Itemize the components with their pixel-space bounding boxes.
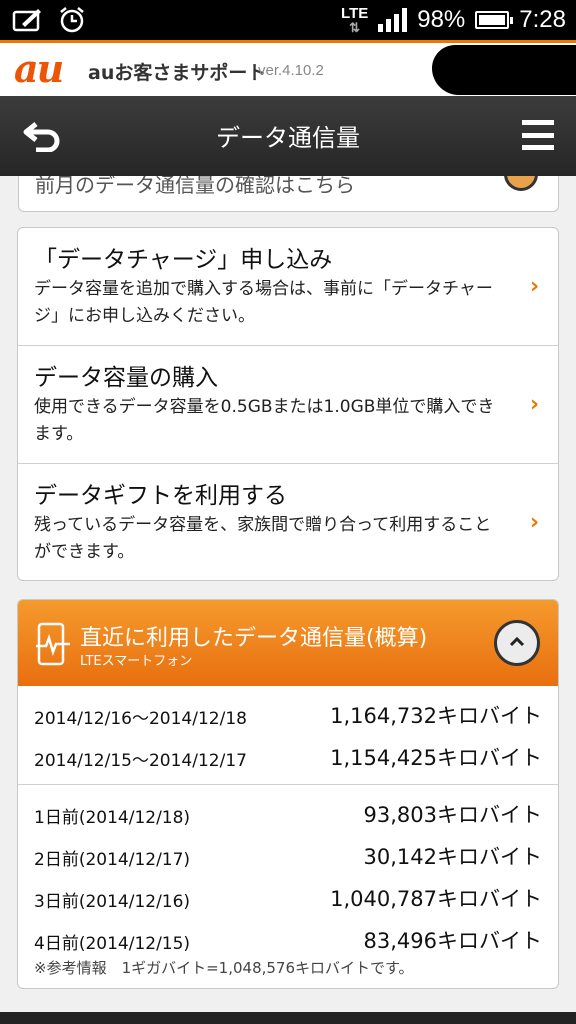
- day-value: 83,496キロバイト: [363, 929, 542, 953]
- usage-title: 直近に利用したデータ通信量(概算): [80, 626, 428, 651]
- menu-item-title: データ容量の購入: [34, 365, 218, 391]
- table-row: 4日前(2014/12/15) 83,496キロバイト: [18, 919, 558, 961]
- day-value: 1,040,787キロバイト: [330, 887, 542, 911]
- chevron-right-icon: ›: [530, 273, 540, 299]
- period-label: 2014/12/16〜2014/12/18: [34, 709, 247, 729]
- redacted-area: [432, 45, 576, 95]
- bottom-edge: [0, 1012, 576, 1024]
- period-usage-group: 2014/12/16〜2014/12/18 1,164,732キロバイト 201…: [18, 686, 558, 785]
- signal-icon: [378, 8, 408, 32]
- day-label: 4日前(2014/12/15): [34, 934, 191, 954]
- menu-item-purchase-capacity[interactable]: データ容量の購入 使用できるデータ容量を0.5GBまたは1.0GB単位で購入でき…: [18, 346, 558, 464]
- au-logo: au: [14, 46, 64, 91]
- table-row: 3日前(2014/12/16) 1,040,787キロバイト: [18, 877, 558, 919]
- table-row: 2014/12/16〜2014/12/18 1,164,732キロバイト: [18, 694, 558, 736]
- app-name: auお客さまサポート: [88, 62, 267, 84]
- menu-item-description: 使用できるデータ容量を0.5GBまたは1.0GB単位で購入できます。: [34, 397, 495, 444]
- chevron-up-icon: [509, 636, 525, 647]
- chevron-right-icon: ›: [530, 510, 540, 535]
- page-title: データ通信量: [216, 124, 360, 152]
- chevron-right-icon: ›: [530, 391, 540, 417]
- menu-item-description: データ容量を追加で購入する場合は、事前に「データチャージ」にお申し込みください。: [34, 279, 493, 326]
- previous-month-link[interactable]: 前月のデータ通信量の確認はこちら: [18, 176, 559, 212]
- expand-circle-icon: [504, 176, 538, 191]
- daily-usage-group: 1日前(2014/12/18) 93,803キロバイト 2日前(2014/12/…: [18, 785, 558, 967]
- smartphone-chart-icon: [36, 622, 70, 666]
- day-value: 93,803キロバイト: [363, 803, 542, 827]
- scroll-content[interactable]: 前月のデータ通信量の確認はこちら 「データチャージ」申し込み データ容量を追加で…: [0, 176, 576, 1024]
- period-value: 1,164,732キロバイト: [330, 704, 542, 728]
- day-label: 1日前(2014/12/18): [34, 808, 191, 828]
- collapse-button[interactable]: [494, 620, 540, 666]
- period-value: 1,154,425キロバイト: [330, 746, 542, 770]
- table-row: 2014/12/15〜2014/12/17 1,154,425キロバイト: [18, 736, 558, 778]
- app-header: au auお客さまサポート ver.4.10.2: [0, 40, 576, 96]
- menu-item-data-gift[interactable]: データギフトを利用する 残っているデータ容量を、家族間で贈り合って利用することが…: [18, 464, 558, 580]
- day-label: 2日前(2014/12/17): [34, 850, 191, 870]
- alarm-icon: [58, 6, 86, 38]
- data-options-menu: 「データチャージ」申し込み データ容量を追加で購入する場合は、事前に「データチャ…: [17, 227, 559, 581]
- day-value: 30,142キロバイト: [363, 845, 542, 869]
- recent-usage-card: 直近に利用したデータ通信量(概算) LTEスマートフォン 2014/12/16〜…: [17, 599, 559, 989]
- battery-icon: [475, 11, 514, 29]
- network-type-indicator: LTE ⇅: [341, 5, 369, 35]
- previous-month-label: 前月のデータ通信量の確認はこちら: [35, 176, 355, 197]
- usage-subtitle: LTEスマートフォン: [80, 654, 193, 669]
- data-activity-icon: ⇅: [349, 20, 361, 35]
- battery-percent: 98%: [417, 6, 466, 33]
- menu-item-data-charge[interactable]: 「データチャージ」申し込み データ容量を追加で購入する場合は、事前に「データチャ…: [18, 228, 558, 346]
- menu-item-title: データギフトを利用する: [34, 483, 287, 509]
- hamburger-menu-button[interactable]: [522, 118, 554, 152]
- menu-item-title: 「データチャージ」申し込み: [34, 247, 333, 273]
- day-label: 3日前(2014/12/16): [34, 892, 191, 912]
- menu-item-description: 残っているデータ容量を、家族間で贈り合って利用することができます。: [34, 515, 492, 562]
- table-row: 2日前(2014/12/17) 30,142キロバイト: [18, 835, 558, 877]
- title-bar: データ通信量: [0, 96, 576, 176]
- table-row: 1日前(2014/12/18) 93,803キロバイト: [18, 793, 558, 835]
- reference-note: ※参考情報 1ギガバイト=1,048,576キロバイトです。: [34, 959, 414, 977]
- edit-notification-icon: [12, 6, 44, 38]
- status-time: 7:28: [519, 6, 566, 33]
- app-version: ver.4.10.2: [258, 62, 324, 79]
- status-bar: LTE ⇅ 98% 7:28: [0, 0, 576, 40]
- period-label: 2014/12/15〜2014/12/17: [34, 751, 247, 771]
- usage-card-header[interactable]: 直近に利用したデータ通信量(概算) LTEスマートフォン: [18, 600, 558, 686]
